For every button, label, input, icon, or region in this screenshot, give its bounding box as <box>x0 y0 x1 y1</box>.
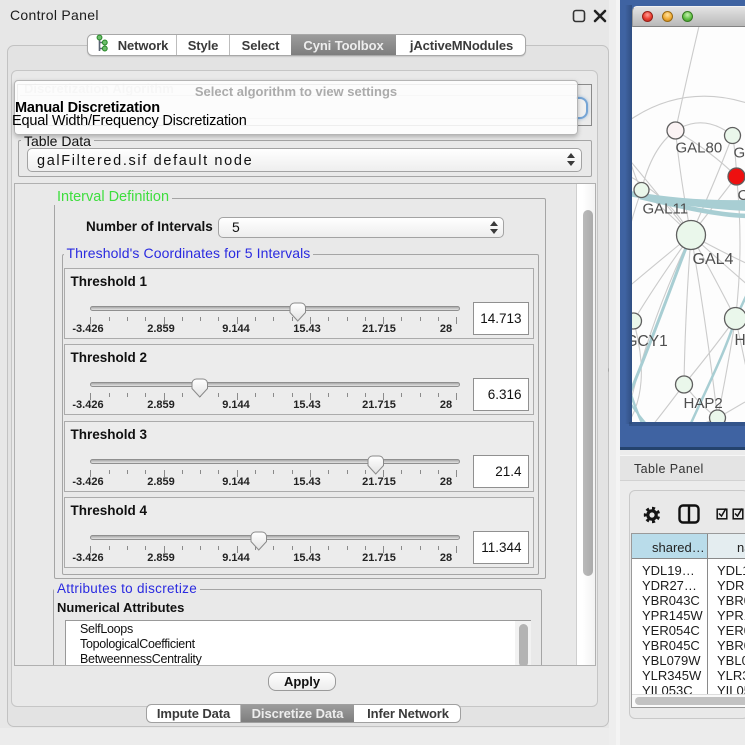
svg-text:GCY1: GCY1 <box>632 333 668 350</box>
svg-text:GAL80: GAL80 <box>676 140 723 157</box>
svg-text:GAL4: GAL4 <box>693 251 734 268</box>
svg-text:HAP2: HAP2 <box>684 395 723 412</box>
svg-text:HA: HA <box>735 332 745 349</box>
svg-text:GAL11: GAL11 <box>643 201 689 218</box>
svg-text:GA: GA <box>734 145 745 162</box>
svg-text:C: C <box>738 187 745 204</box>
